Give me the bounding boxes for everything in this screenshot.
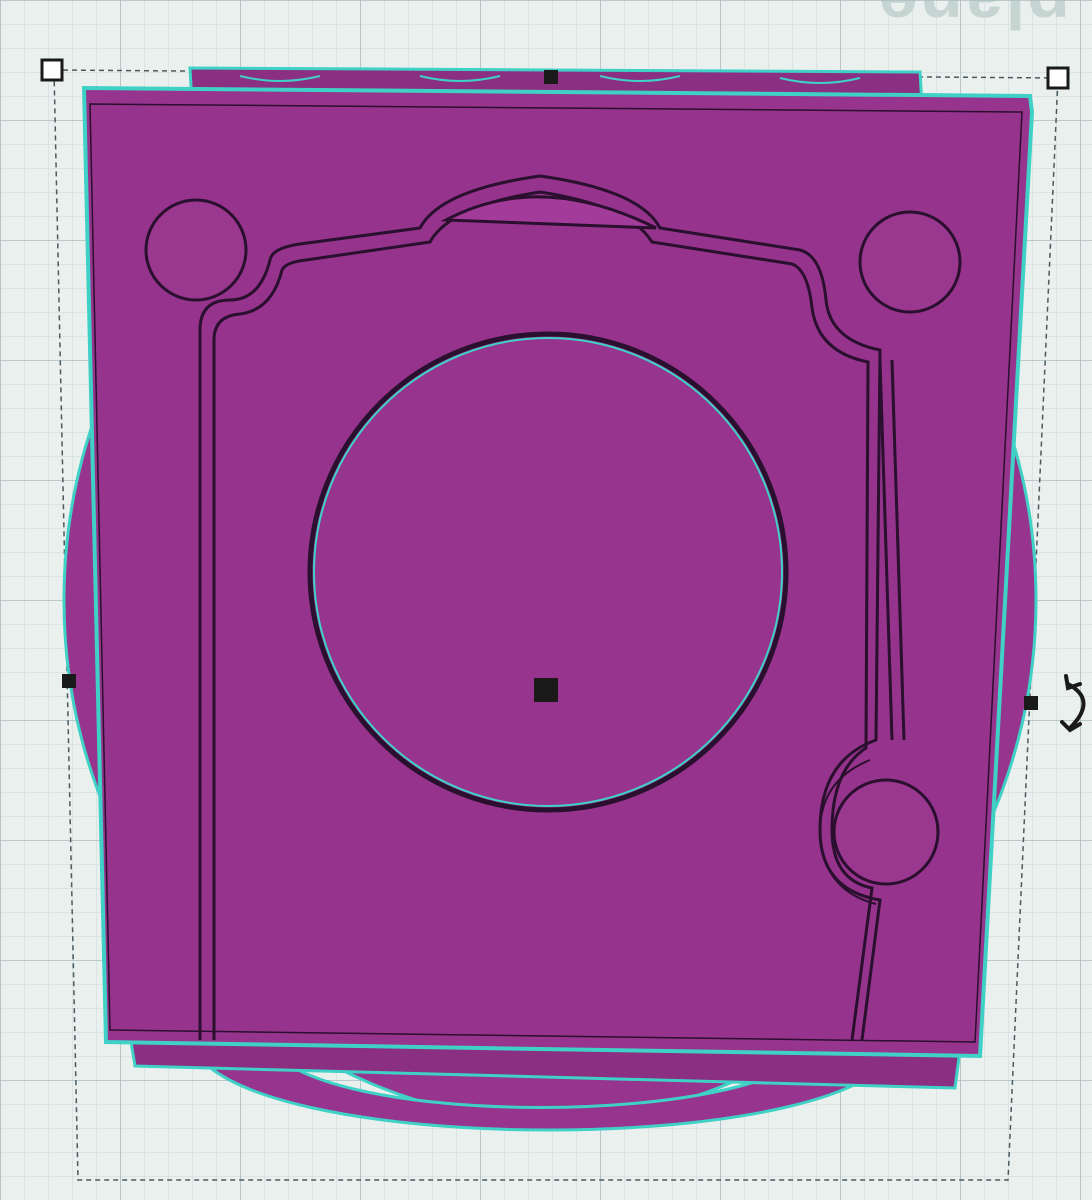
resize-handle-top-right[interactable] [1046, 66, 1070, 90]
resize-handle-top-left[interactable] [40, 58, 64, 82]
side-button-hole [832, 778, 940, 886]
resize-handle-top-middle[interactable] [544, 70, 558, 84]
design-canvas[interactable]: plane [0, 0, 1092, 1200]
workplane-view[interactable] [0, 0, 1092, 1200]
corner-hole-top-right [858, 210, 962, 314]
corner-hole-top-left [144, 198, 248, 302]
resize-handle-left-middle[interactable] [62, 674, 76, 688]
resize-handle-right-middle[interactable] [1024, 696, 1038, 710]
center-handle[interactable] [534, 678, 558, 702]
